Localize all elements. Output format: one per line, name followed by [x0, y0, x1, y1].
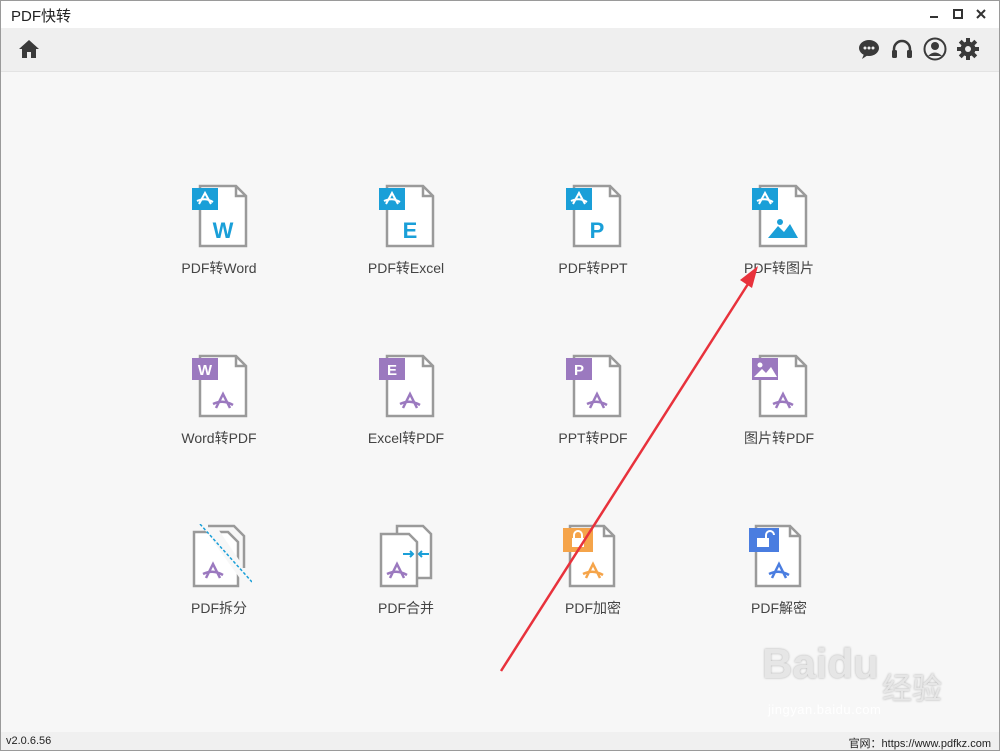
tile-pdf-to-ppt[interactable]: P PDF转PPT [533, 176, 653, 296]
pdf-to-excel-icon: E [379, 184, 435, 248]
status-bar: v2.0.6.56 官网：https://www.pdfkz.com [1, 732, 999, 750]
pdf-split-icon [192, 524, 252, 588]
tile-label: PDF转图片 [744, 260, 814, 276]
chat-icon[interactable] [857, 37, 881, 61]
tile-label: PDF转Word [181, 260, 257, 276]
title-bar: PDF快转 [1, 1, 999, 28]
app-window: PDF快转 W PDF转Word E PDF转Excel P PDF转PPT P… [0, 0, 1000, 751]
maximize-button[interactable] [951, 7, 965, 21]
ppt-to-pdf-icon: P [566, 354, 622, 418]
watermark-logo: Baidu [762, 640, 879, 687]
svg-text:E: E [403, 218, 418, 243]
baidu-watermark: Baidu 经验 jingyan.baidu.com [762, 640, 962, 730]
tile-label: 图片转PDF [744, 430, 814, 446]
settings-icon[interactable] [956, 37, 980, 61]
tile-label: Word转PDF [181, 430, 257, 446]
tile-pdf-to-word[interactable]: W PDF转Word [159, 176, 279, 296]
tile-pdf-merge[interactable]: PDF合并 [346, 516, 466, 636]
tile-label: PDF加密 [565, 600, 621, 616]
watermark-sub: 经验 [882, 673, 942, 706]
toolbar [1, 28, 999, 72]
tile-label: PDF转PPT [558, 260, 628, 276]
headset-icon[interactable] [890, 37, 914, 61]
svg-text:P: P [590, 218, 605, 243]
window-title: PDF快转 [11, 8, 72, 25]
pdf-to-image-icon [752, 184, 808, 248]
svg-text:E: E [387, 362, 397, 379]
tile-label: PDF合并 [378, 600, 434, 616]
tile-pdf-to-image[interactable]: PDF转图片 [719, 176, 839, 296]
tools-grid: W PDF转Word E PDF转Excel P PDF转PPT PDF转图片 … [1, 72, 999, 732]
watermark-url: jingyan.baidu.com [768, 702, 882, 717]
website-link[interactable]: 官网：https://www.pdfkz.com [849, 735, 991, 751]
word-to-pdf-icon: W [192, 354, 248, 418]
pdf-merge-icon [379, 524, 433, 588]
tile-label: PDF解密 [751, 600, 807, 616]
tile-label: PDF转Excel [367, 260, 445, 276]
svg-text:W: W [198, 362, 213, 379]
tile-label: Excel转PDF [367, 430, 445, 446]
close-button[interactable] [974, 7, 988, 21]
tile-label: PPT转PDF [558, 430, 628, 446]
tile-image-to-pdf[interactable]: 图片转PDF [719, 346, 839, 466]
tile-label: PDF拆分 [191, 600, 247, 616]
tile-pdf-to-excel[interactable]: E PDF转Excel [346, 176, 466, 296]
version-text: v2.0.6.56 [6, 735, 52, 747]
pdf-decrypt-icon [749, 524, 802, 588]
tile-excel-to-pdf[interactable]: E Excel转PDF [346, 346, 466, 466]
user-icon[interactable] [923, 37, 947, 61]
svg-text:W: W [213, 218, 234, 243]
pdf-to-ppt-icon: P [566, 184, 622, 248]
minimize-button[interactable] [927, 7, 941, 21]
svg-text:P: P [574, 362, 584, 379]
tile-pdf-decrypt[interactable]: PDF解密 [719, 516, 839, 636]
tile-pdf-encrypt[interactable]: PDF加密 [533, 516, 653, 636]
pdf-to-word-icon: W [192, 184, 248, 248]
image-to-pdf-icon [752, 354, 808, 418]
excel-to-pdf-icon: E [379, 354, 435, 418]
home-icon[interactable] [17, 37, 41, 61]
pdf-encrypt-icon [563, 524, 616, 588]
tile-word-to-pdf[interactable]: W Word转PDF [159, 346, 279, 466]
tile-ppt-to-pdf[interactable]: P PPT转PDF [533, 346, 653, 466]
tile-pdf-split[interactable]: PDF拆分 [159, 516, 279, 636]
